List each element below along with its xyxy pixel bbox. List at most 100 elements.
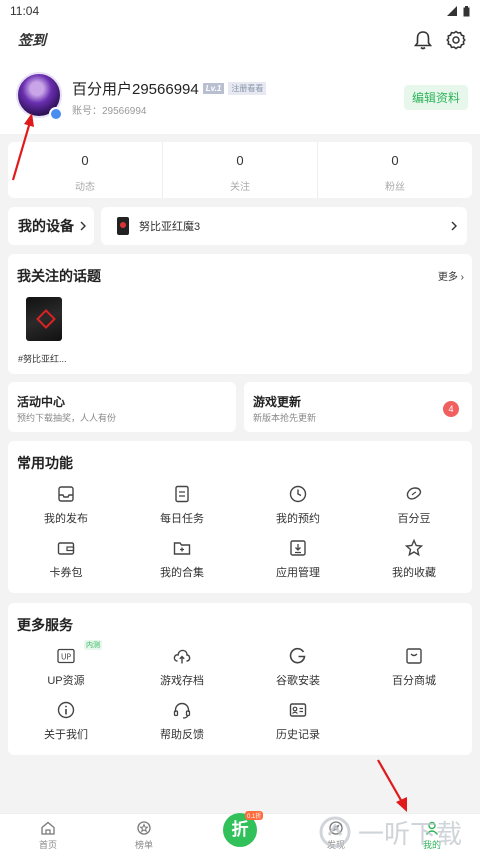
item-label: 我的合集 [160, 567, 204, 579]
discount-tag: 0.1折 [245, 811, 264, 820]
google-install-button[interactable]: 谷歌安装 [240, 641, 356, 695]
status-time: 11:04 [10, 4, 40, 18]
stat-value: 0 [81, 153, 89, 168]
stat-label: 关注 [230, 182, 250, 193]
item-label: 应用管理 [276, 567, 320, 579]
task-list-icon [175, 485, 189, 503]
id-card-icon [289, 703, 307, 717]
update-count-badge: 4 [443, 401, 459, 417]
google-icon [289, 647, 306, 664]
nav-rankings[interactable]: 榜单 [96, 814, 192, 853]
signal-icon [447, 6, 457, 16]
medal-icon [137, 821, 151, 835]
stat-label: 粉丝 [385, 182, 405, 193]
item-label: UP资源 [47, 675, 85, 687]
topic-thumbnail[interactable] [26, 297, 62, 341]
item-label: 我的发布 [44, 513, 88, 525]
device-name: 努比亚红魔3 [139, 221, 201, 233]
item-label: 我的预约 [276, 513, 320, 525]
game-saves-button[interactable]: 游戏存档 [124, 641, 240, 695]
annotation-arrow-me-tab [377, 759, 407, 812]
username-row: 百分用户29566994 Lv.1 注册看看 [72, 78, 267, 99]
nav-home[interactable]: 首页 [0, 814, 96, 853]
item-label: 百分商城 [392, 675, 436, 687]
common-functions-card: 常用功能 我的发布 每日任务 我的预约 百分豆 卡券包 我的合集 应用管理 我的… [8, 441, 472, 593]
activity-subtitle: 预约下载抽奖，人人有份 [17, 413, 117, 423]
daily-tasks-button[interactable]: 每日任务 [124, 479, 240, 533]
game-update-card[interactable]: 游戏更新 新版本抢先更新 4 [244, 382, 472, 432]
stat-fans[interactable]: 0 粉丝 [317, 142, 472, 198]
watermark-text: 一听下载 [358, 818, 463, 849]
my-collections-button[interactable]: 我的合集 [124, 533, 240, 587]
chevron-right-icon [80, 221, 86, 231]
stat-posts[interactable]: 0 动态 [8, 142, 162, 198]
activity-center-card[interactable]: 活动中心 预约下载抽奖，人人有份 [8, 382, 236, 432]
game-update-subtitle: 新版本抢先更新 [253, 413, 317, 423]
my-device-button[interactable]: 我的设备 [8, 207, 94, 245]
help-feedback-button[interactable]: 帮助反馈 [124, 695, 240, 749]
wallet-icon [57, 542, 75, 555]
item-label: 游戏存档 [160, 675, 204, 687]
headset-icon [173, 702, 191, 719]
folder-plus-icon [173, 542, 191, 555]
up-icon: UP [57, 648, 75, 664]
nav-label: 首页 [38, 840, 57, 850]
watermark-logo-icon [319, 816, 351, 848]
watermark: 一听下载 [318, 812, 478, 852]
verified-badge-icon [49, 107, 63, 121]
info-icon [57, 701, 75, 719]
cloud-upload-icon [173, 649, 191, 664]
item-label: 卡券包 [49, 567, 83, 579]
top-bar: 签到 [0, 22, 480, 58]
stat-following[interactable]: 0 关注 [162, 142, 317, 198]
status-bar: 11:04 [0, 0, 480, 22]
user-tag: 注册看看 [228, 82, 267, 95]
topics-more-link[interactable]: 更多 › [438, 268, 464, 283]
coupons-button[interactable]: 卡券包 [8, 533, 124, 587]
item-label: 关于我们 [44, 729, 88, 741]
item-label: 帮助反馈 [160, 729, 204, 741]
item-label: 百分豆 [397, 513, 431, 525]
edit-profile-button[interactable]: 编辑资料 [403, 85, 468, 110]
points-button[interactable]: 百分豆 [356, 479, 472, 533]
up-resources-button[interactable]: UP UP资源 [8, 641, 124, 695]
checkin-button[interactable]: 签到 [18, 30, 414, 50]
settings-icon[interactable] [446, 30, 466, 50]
item-label: 每日任务 [160, 513, 204, 525]
about-us-button[interactable]: 关于我们 [8, 695, 124, 749]
nav-label: 榜单 [134, 840, 153, 850]
topic-label[interactable]: #努比亚红... [18, 352, 67, 365]
followed-topics-card: 我关注的话题 更多 › #努比亚红... [8, 254, 472, 374]
bell-icon[interactable] [414, 30, 432, 50]
shop-icon [406, 648, 422, 664]
item-label: 谷歌安装 [276, 675, 320, 687]
app-manager-button[interactable]: 应用管理 [240, 533, 356, 587]
username: 百分用户29566994 [72, 81, 199, 98]
battery-icon [463, 5, 470, 16]
clock-icon [289, 485, 307, 503]
stat-value: 0 [236, 153, 244, 168]
svg-text:UP: UP [61, 653, 71, 662]
my-device-label: 我的设备 [18, 218, 74, 234]
download-box-icon [290, 540, 306, 556]
common-title: 常用功能 [17, 455, 73, 471]
my-reservations-button[interactable]: 我的预约 [240, 479, 356, 533]
device-selector[interactable]: 努比亚红魔3 [101, 207, 467, 245]
phone-thumbnail [117, 217, 129, 235]
home-icon [41, 821, 55, 835]
more-services-card: 更多服务 内测 UP UP资源 游戏存档 谷歌安装 百分商城 关于我们 帮助反馈 [8, 603, 472, 755]
stats-row: 0 动态 0 关注 0 粉丝 [8, 142, 472, 198]
my-favorites-button[interactable]: 我的收藏 [356, 533, 472, 587]
level-badge: Lv.1 [202, 83, 225, 94]
inbox-icon [58, 486, 74, 502]
chevron-right-icon [451, 221, 457, 231]
history-button[interactable]: 历史记录 [240, 695, 356, 749]
item-label: 历史记录 [276, 729, 320, 741]
store-button[interactable]: 百分商城 [356, 641, 472, 695]
stat-label: 动态 [75, 182, 95, 193]
my-posts-button[interactable]: 我的发布 [8, 479, 124, 533]
game-update-title: 游戏更新 [253, 395, 302, 409]
activity-title: 活动中心 [17, 395, 66, 409]
topics-title: 我关注的话题 [17, 268, 101, 284]
more-services-title: 更多服务 [17, 617, 73, 633]
